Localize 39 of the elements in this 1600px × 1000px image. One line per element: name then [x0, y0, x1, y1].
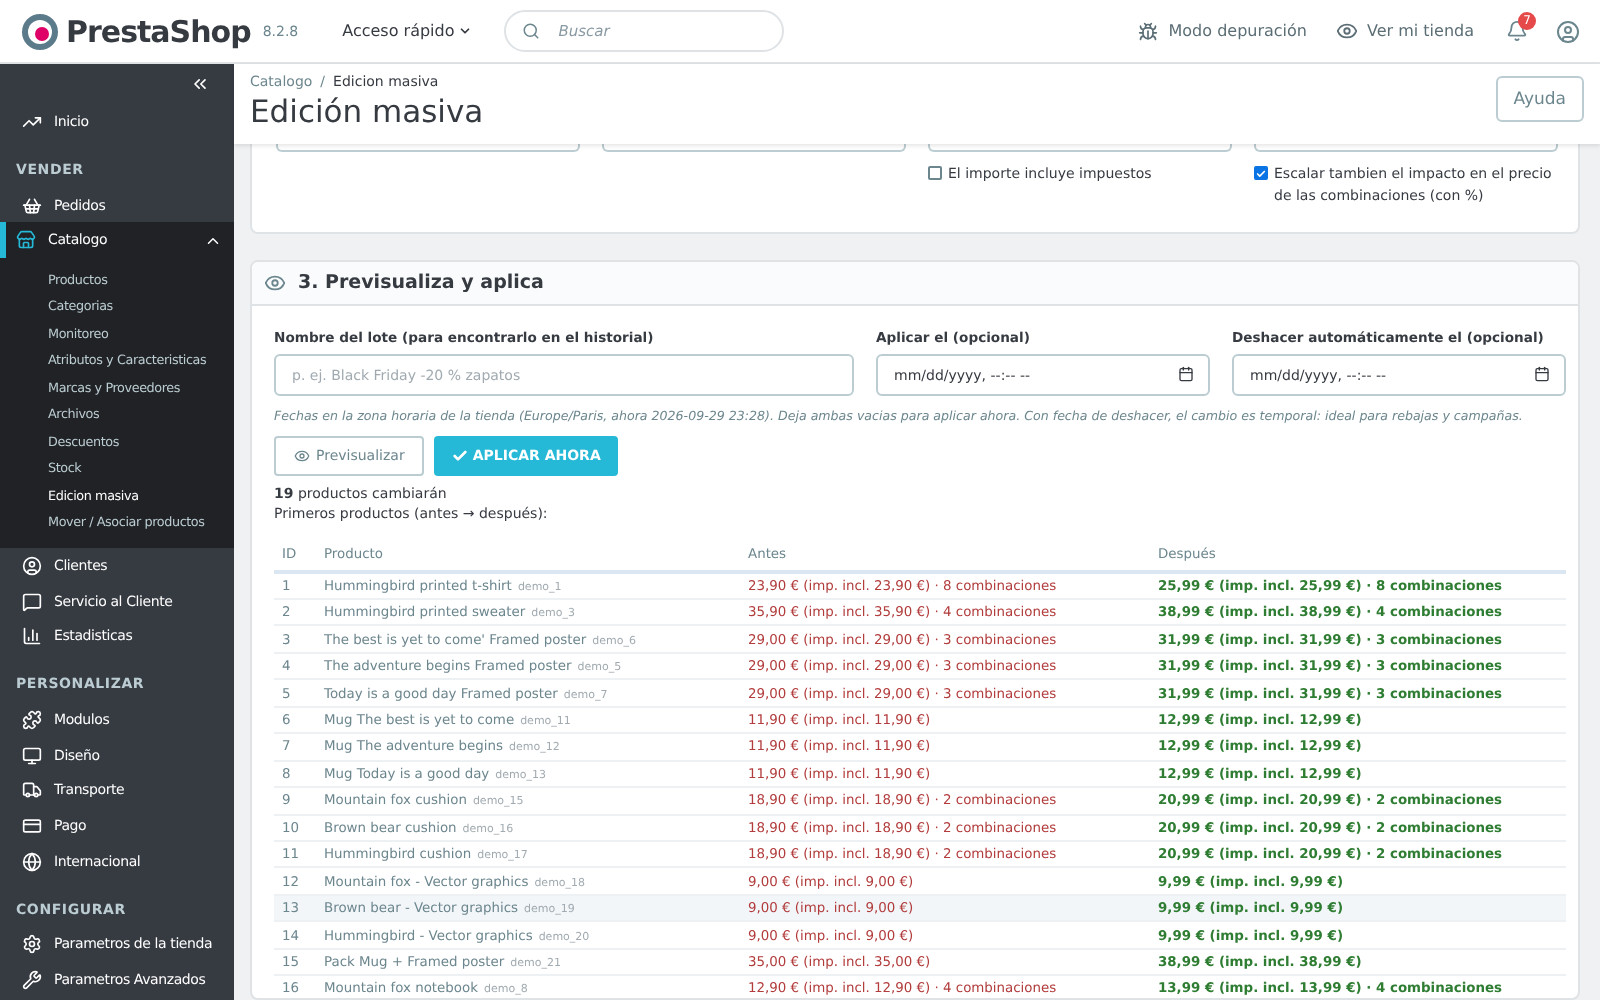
caret-icon — [458, 24, 473, 38]
input-field[interactable] — [602, 144, 906, 152]
input-field[interactable] — [928, 144, 1232, 152]
bell-icon[interactable] — [1506, 20, 1528, 42]
monitor-icon — [22, 745, 42, 766]
calendar-icon[interactable] — [1178, 366, 1194, 382]
bug-icon — [1138, 21, 1159, 41]
input-field[interactable] — [276, 144, 580, 152]
calendar-icon[interactable] — [1534, 366, 1550, 382]
chart-line-icon — [22, 111, 42, 132]
wrench-icon — [22, 970, 42, 991]
page-title: Edición masiva — [250, 94, 484, 130]
eye-icon — [264, 272, 286, 294]
globe-icon — [22, 851, 42, 872]
puzzle-icon — [22, 709, 42, 730]
checkbox[interactable] — [928, 166, 942, 180]
view-shop-link[interactable]: Ver mi tienda — [1335, 20, 1474, 42]
eye-icon — [294, 448, 310, 464]
truck-icon — [22, 780, 42, 801]
eye-icon — [1335, 20, 1357, 42]
chat-icon — [22, 591, 42, 612]
credit-card-icon — [22, 816, 42, 837]
logo-icon — [20, 11, 60, 51]
bar-chart-icon — [22, 626, 42, 647]
help-button[interactable]: Ayuda — [1495, 76, 1584, 122]
quick-access-menu[interactable]: Acceso rápido — [338, 18, 477, 44]
store-icon — [16, 230, 36, 251]
user-icon — [22, 555, 42, 576]
input-field[interactable] — [1254, 144, 1558, 152]
user-avatar-icon[interactable] — [1556, 19, 1580, 43]
checkbox[interactable] — [1254, 166, 1268, 180]
card-title: 3. Previsualiza y aplica — [298, 272, 544, 294]
logo-text: PrestaShop — [66, 13, 251, 49]
debug-mode-link[interactable]: Modo depuración — [1138, 21, 1307, 41]
search-icon — [522, 22, 541, 40]
check-icon — [452, 448, 469, 464]
collapse-icon[interactable] — [190, 74, 210, 94]
basket-icon — [22, 195, 42, 216]
settings-icon — [22, 934, 42, 955]
